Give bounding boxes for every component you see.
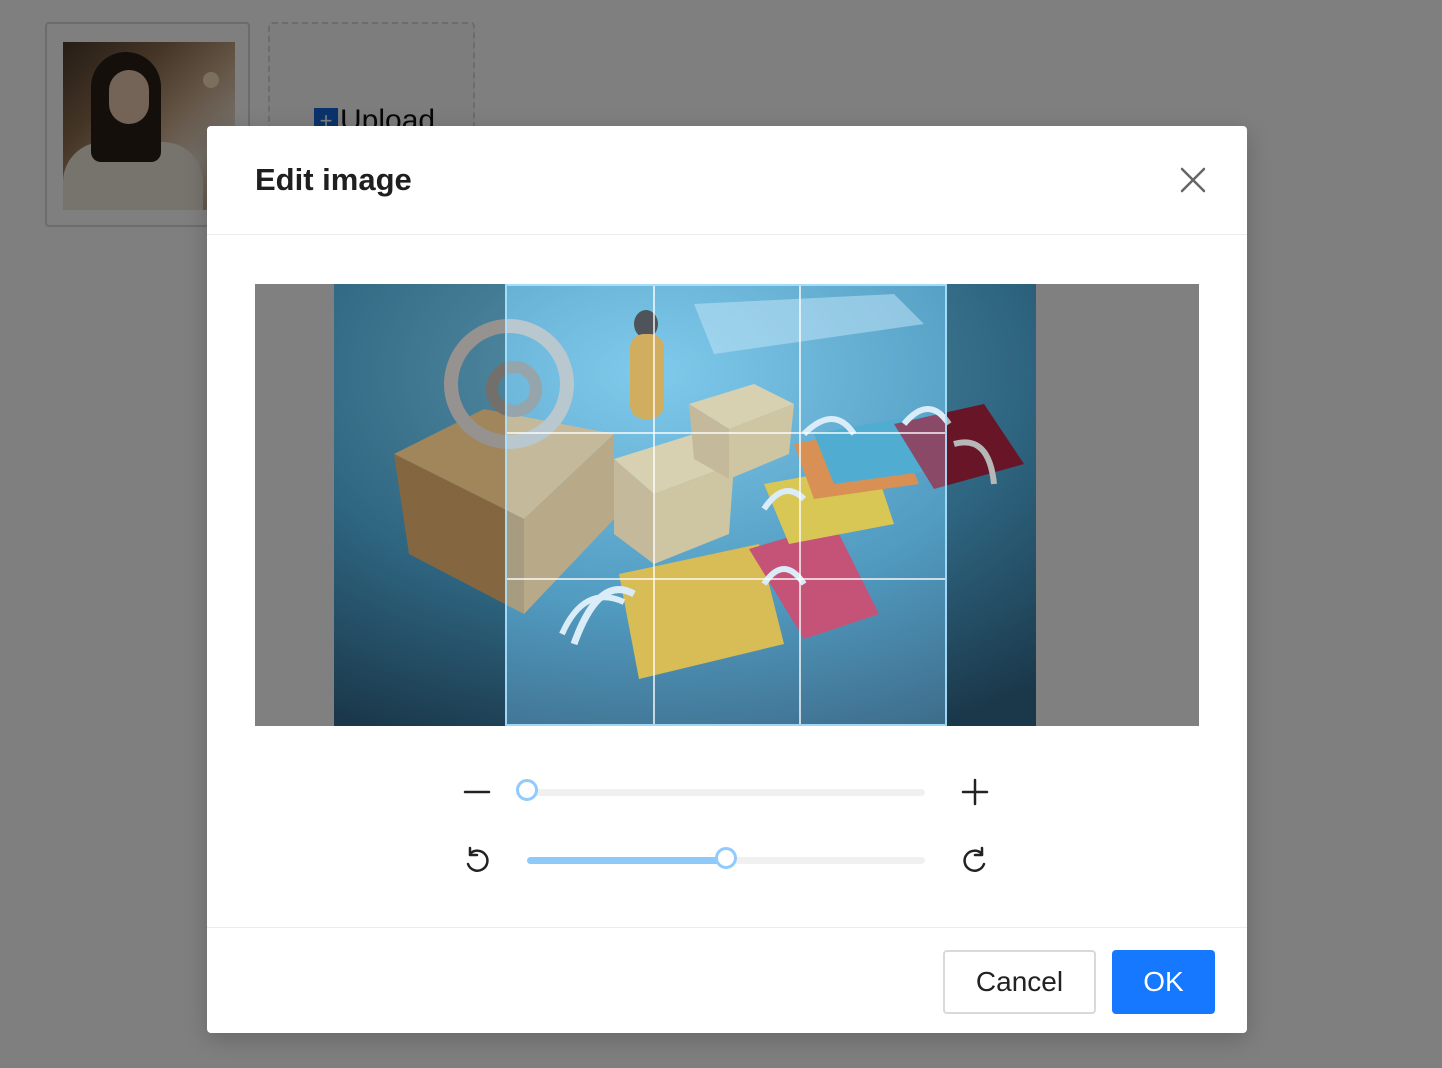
plus-icon[interactable] bbox=[955, 772, 995, 812]
rotate-left-icon[interactable] bbox=[457, 840, 497, 880]
modal-footer: Cancel OK bbox=[207, 927, 1247, 1034]
crop-mask-left bbox=[334, 284, 505, 726]
rotate-slider[interactable] bbox=[527, 847, 925, 869]
crop-area[interactable] bbox=[255, 284, 1199, 726]
zoom-slider[interactable] bbox=[516, 779, 925, 801]
crop-mask-right bbox=[947, 284, 1036, 726]
rotate-control bbox=[457, 840, 997, 880]
modal-title: Edit image bbox=[255, 162, 412, 197]
rotate-slider-handle[interactable] bbox=[715, 847, 737, 869]
rotate-slider-fill bbox=[527, 857, 726, 864]
edit-image-modal: Edit image Cancel OK bbox=[207, 126, 1247, 1033]
minus-icon[interactable] bbox=[457, 772, 497, 812]
modal-header: Edit image bbox=[207, 126, 1247, 235]
close-icon[interactable] bbox=[1177, 164, 1209, 196]
cancel-button[interactable]: Cancel bbox=[943, 950, 1096, 1014]
crop-selection-box[interactable] bbox=[505, 284, 947, 726]
rotate-right-icon[interactable] bbox=[955, 840, 995, 880]
zoom-slider-handle[interactable] bbox=[516, 779, 538, 801]
ok-button[interactable]: OK bbox=[1112, 950, 1215, 1014]
zoom-control bbox=[457, 772, 997, 812]
